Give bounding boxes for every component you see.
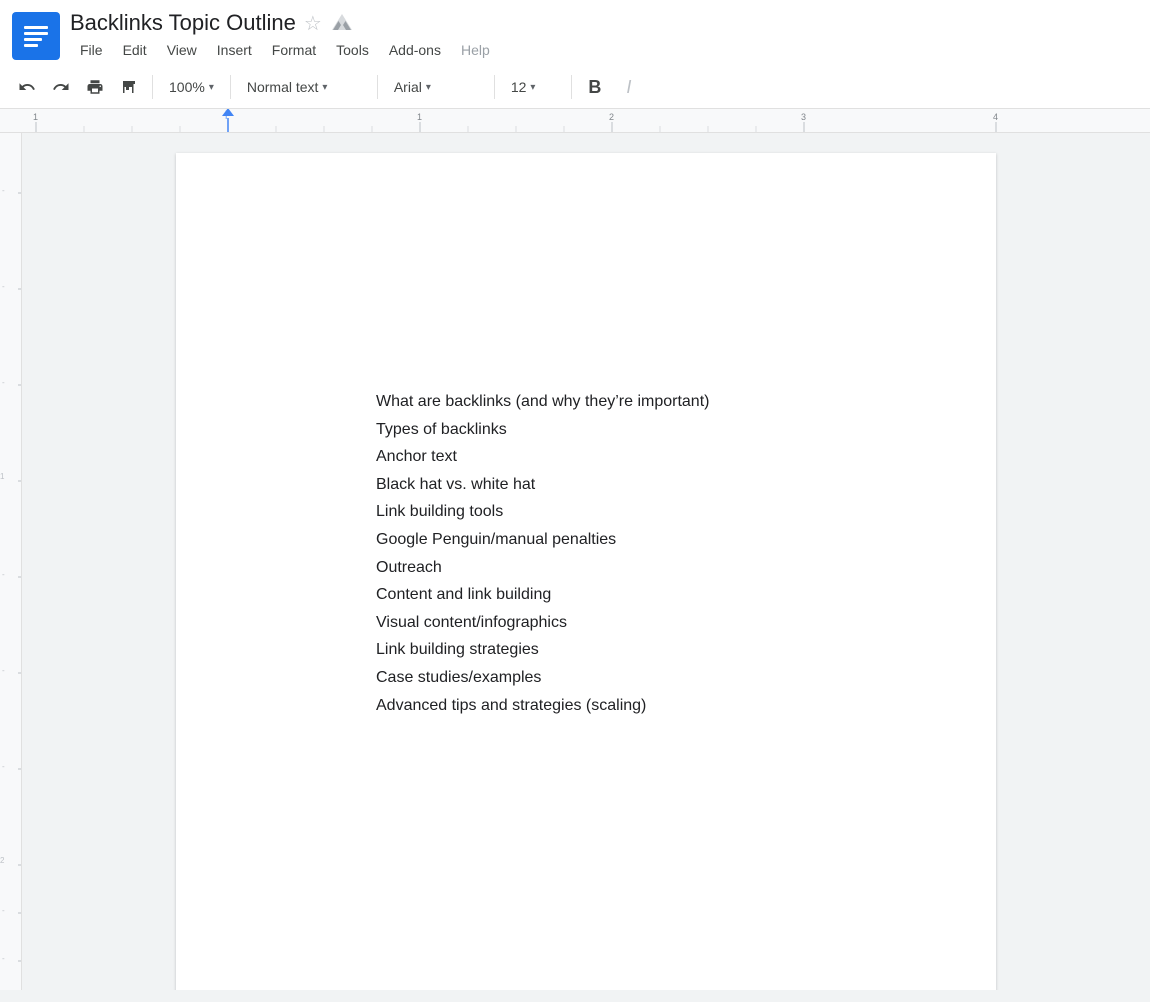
outline-item-0: What are backlinks (and why they’re impo…	[376, 389, 900, 415]
svg-text:-: -	[2, 906, 5, 915]
horizontal-ruler: 1 | 1 2 3 4	[0, 109, 1150, 133]
menu-addons[interactable]: Add-ons	[379, 38, 451, 62]
menu-insert[interactable]: Insert	[207, 38, 262, 62]
bold-label: B	[588, 77, 601, 98]
toolbar-divider-1	[152, 75, 153, 99]
fontsize-dropdown[interactable]: 12 ▾	[503, 75, 563, 99]
ruler-ticks: 1 | 1 2 3 4	[0, 109, 1150, 132]
ruler-content: 1 | 1 2 3 4	[0, 109, 1150, 132]
menu-bar: File Edit View Insert Format Tools Add-o…	[70, 36, 500, 62]
paint-format-icon	[120, 78, 138, 96]
toolbar-divider-5	[571, 75, 572, 99]
svg-text:-: -	[2, 186, 5, 195]
outline-item-8: Visual content/infographics	[376, 610, 900, 636]
font-arrow: ▾	[426, 82, 431, 93]
left-ruler-ticks: - - - 1 - - - 2 - -	[0, 133, 22, 990]
doc-top-spacer	[376, 249, 900, 389]
star-icon[interactable]: ☆	[304, 11, 322, 36]
svg-text:1: 1	[0, 472, 5, 481]
svg-text:1: 1	[417, 112, 422, 122]
fontsize-arrow: ▾	[530, 82, 535, 93]
bold-button[interactable]: B	[580, 72, 610, 102]
title-row: Backlinks Topic Outline ☆	[70, 10, 500, 36]
outline-item-2: Anchor text	[376, 444, 900, 470]
toolbar-divider-3	[377, 75, 378, 99]
menu-edit[interactable]: Edit	[113, 38, 157, 62]
outline-item-7: Content and link building	[376, 582, 900, 608]
paint-format-button[interactable]	[114, 72, 144, 102]
zoom-value: 100%	[169, 79, 205, 95]
outline-item-11: Advanced tips and strategies (scaling)	[376, 693, 900, 719]
svg-text:1: 1	[33, 112, 38, 122]
menu-view[interactable]: View	[157, 38, 207, 62]
redo-button[interactable]	[46, 72, 76, 102]
svg-text:-: -	[2, 282, 5, 291]
svg-text:3: 3	[801, 112, 806, 122]
svg-text:2: 2	[0, 856, 5, 865]
document-title[interactable]: Backlinks Topic Outline	[70, 10, 296, 36]
addon-icon[interactable]	[330, 11, 354, 35]
menu-file[interactable]: File	[70, 38, 113, 62]
title-bar: Backlinks Topic Outline ☆ File Edit View…	[0, 0, 1150, 66]
doc-content: What are backlinks (and why they’re impo…	[376, 249, 900, 718]
doc-page: What are backlinks (and why they’re impo…	[176, 153, 996, 990]
outline-item-9: Link building strategies	[376, 637, 900, 663]
print-icon	[86, 78, 104, 96]
outline-item-1: Types of backlinks	[376, 417, 900, 443]
font-value: Arial	[394, 79, 422, 95]
fontsize-value: 12	[511, 79, 527, 95]
svg-text:-: -	[2, 570, 5, 579]
svg-text:2: 2	[609, 112, 614, 122]
outline-item-4: Link building tools	[376, 499, 900, 525]
font-dropdown[interactable]: Arial ▾	[386, 75, 486, 99]
undo-icon	[18, 78, 36, 96]
outline-item-10: Case studies/examples	[376, 665, 900, 691]
doc-area[interactable]: What are backlinks (and why they’re impo…	[22, 133, 1150, 990]
toolbar-divider-2	[230, 75, 231, 99]
zoom-dropdown[interactable]: 100% ▾	[161, 75, 222, 99]
svg-text:4: 4	[993, 112, 998, 122]
print-button[interactable]	[80, 72, 110, 102]
outline-item-3: Black hat vs. white hat	[376, 472, 900, 498]
svg-text:-: -	[2, 762, 5, 771]
menu-format[interactable]: Format	[262, 38, 326, 62]
main-area: - - - 1 - - - 2 - - What are backlinks	[0, 133, 1150, 990]
toolbar: 100% ▾ Normal text ▾ Arial ▾ 12 ▾ B I	[0, 66, 1150, 109]
docs-icon	[12, 12, 60, 60]
svg-text:-: -	[2, 666, 5, 675]
italic-label: I	[626, 77, 631, 98]
menu-tools[interactable]: Tools	[326, 38, 379, 62]
style-value: Normal text	[247, 79, 319, 95]
redo-icon	[52, 78, 70, 96]
left-ruler: - - - 1 - - - 2 - -	[0, 133, 22, 990]
style-dropdown[interactable]: Normal text ▾	[239, 75, 369, 99]
italic-button[interactable]: I	[614, 72, 644, 102]
outline-item-6: Outreach	[376, 555, 900, 581]
undo-button[interactable]	[12, 72, 42, 102]
style-arrow: ▾	[322, 82, 327, 93]
outline-item-5: Google Penguin/manual penalties	[376, 527, 900, 553]
svg-text:-: -	[2, 954, 5, 963]
title-area: Backlinks Topic Outline ☆ File Edit View…	[70, 10, 500, 62]
toolbar-divider-4	[494, 75, 495, 99]
svg-text:-: -	[2, 378, 5, 387]
menu-help[interactable]: Help	[451, 38, 500, 62]
zoom-arrow: ▾	[209, 82, 214, 93]
